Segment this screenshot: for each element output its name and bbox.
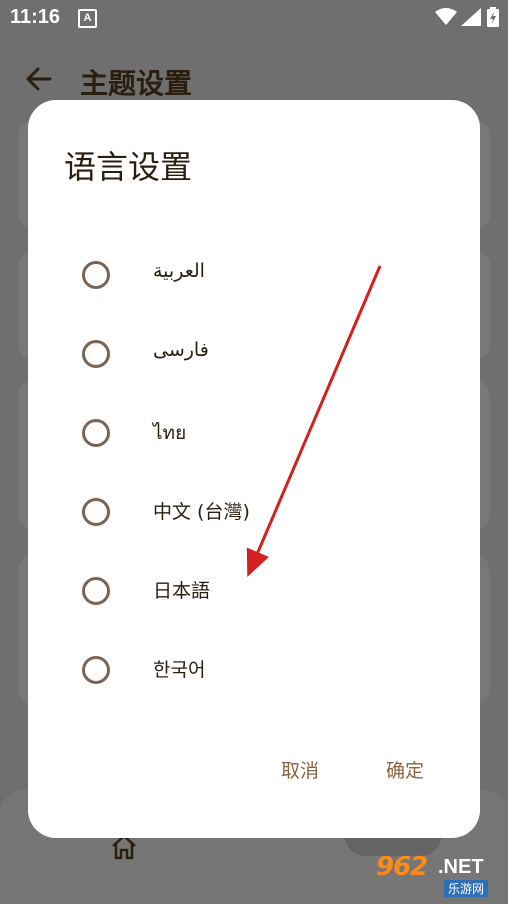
language-option-korean[interactable]: 한국어: [28, 639, 480, 699]
radio-button[interactable]: [82, 498, 110, 526]
language-option-thai[interactable]: ไทย: [28, 402, 480, 462]
confirm-button[interactable]: 确定: [386, 756, 424, 783]
watermark-suffix: .NET: [438, 856, 484, 878]
language-option-persian[interactable]: فارسی: [28, 323, 480, 383]
language-label: 日本語: [153, 580, 211, 602]
watermark-main: 962: [376, 852, 428, 882]
cancel-button[interactable]: 取消: [281, 756, 319, 783]
language-dialog: 语言设置 العربية فارسی ไทย 中文 (台灣) 日本語 한국어 取…: [28, 100, 480, 838]
watermark-sub: 乐游网: [444, 880, 489, 897]
status-bar: 11:16 A: [0, 0, 508, 36]
radio-button[interactable]: [82, 419, 110, 447]
wifi-icon: [435, 8, 457, 25]
page-title: 主题设置: [80, 67, 193, 100]
back-arrow-icon[interactable]: [26, 66, 52, 92]
language-option-japanese[interactable]: 日本語: [28, 560, 480, 620]
radio-button[interactable]: [82, 577, 110, 605]
language-label: 한국어: [153, 659, 206, 681]
language-label: فارسی: [153, 339, 209, 361]
language-option-arabic[interactable]: العربية: [28, 244, 480, 304]
notification-icon: A: [78, 9, 97, 28]
battery-icon: [487, 7, 499, 27]
radio-button[interactable]: [82, 261, 110, 289]
language-option-chinese-taiwan[interactable]: 中文 (台灣): [28, 481, 480, 541]
watermark-logo: 962 .NET 乐游网: [366, 852, 502, 900]
language-label: ไทย: [153, 422, 187, 444]
language-label: العربية: [153, 260, 205, 282]
signal-icon: [461, 8, 481, 26]
language-label: 中文 (台灣): [153, 501, 250, 523]
radio-button[interactable]: [82, 340, 110, 368]
status-time: 11:16: [10, 6, 61, 28]
radio-button[interactable]: [82, 656, 110, 684]
dialog-title: 语言设置: [64, 148, 193, 186]
